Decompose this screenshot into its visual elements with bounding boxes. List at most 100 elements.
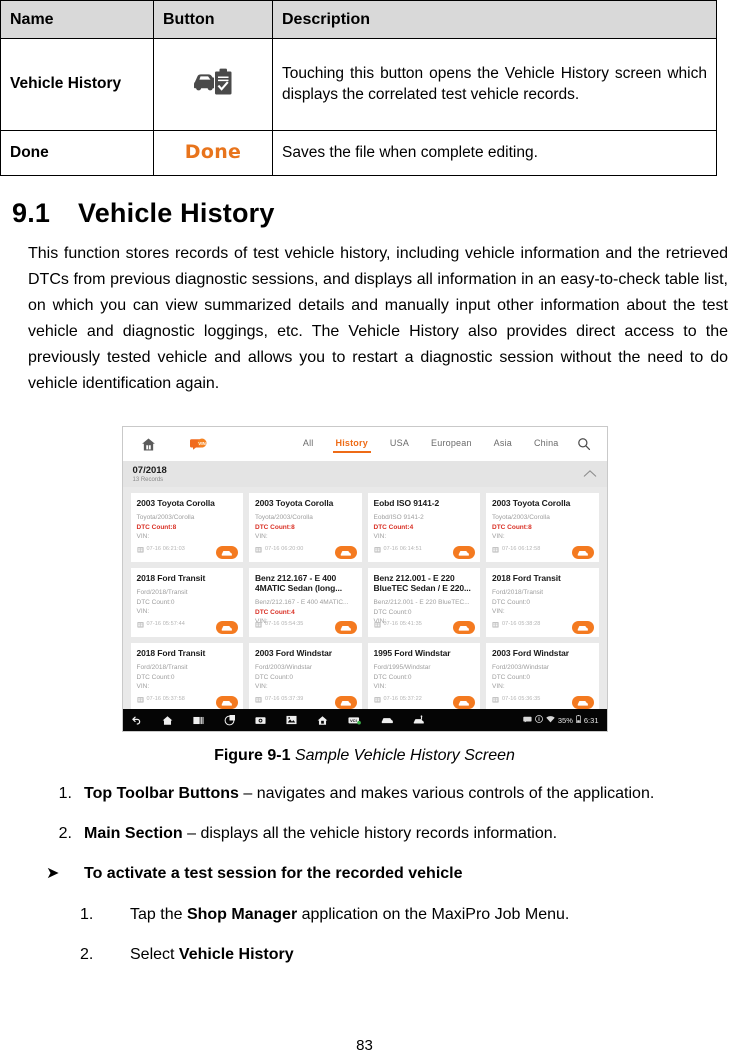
search-icon[interactable] bbox=[573, 433, 595, 455]
home-icon[interactable] bbox=[162, 715, 173, 726]
vci-connect-icon[interactable] bbox=[224, 714, 235, 726]
calendar-icon bbox=[492, 690, 499, 708]
camera-icon[interactable] bbox=[254, 716, 266, 725]
page-number: 83 bbox=[356, 1037, 373, 1054]
date-group-header[interactable]: 07/2018 13 Records bbox=[122, 461, 607, 488]
step-text-post: application on the MaxiPro Job Menu. bbox=[297, 906, 570, 924]
date-group-date: 07/2018 bbox=[132, 464, 167, 476]
svg-text:VCI: VCI bbox=[349, 718, 356, 723]
android-navigation-bar: VCI 35% 6:31 bbox=[122, 709, 607, 732]
record-title: 2003 Toyota Corolla bbox=[136, 498, 215, 509]
record-detail: Ford/2018/Transit bbox=[136, 589, 188, 597]
back-icon[interactable] bbox=[131, 715, 142, 726]
record-detail: Benz/212.001 - E 220 BlueTEC... bbox=[373, 599, 470, 607]
record-detail: Ford/1995/Windstar bbox=[373, 664, 431, 672]
record-meta: Ford/1995/Windstar DTC Count:0 VIN: bbox=[374, 663, 475, 691]
record-timestamp: 07-16 06:14:51 bbox=[383, 546, 422, 553]
vehicle-record-card[interactable]: 2003 Toyota Corolla Toyota/2003/Corolla … bbox=[249, 493, 362, 563]
start-diagnosis-button[interactable] bbox=[453, 621, 475, 635]
chevron-up-icon[interactable] bbox=[583, 465, 597, 483]
step-term: Vehicle History bbox=[178, 945, 294, 963]
calendar-icon bbox=[255, 540, 262, 558]
vehicle-record-card[interactable]: Benz 212.167 - E 400 4MATIC Sedan (long.… bbox=[249, 568, 362, 638]
record-meta: Ford/2018/Transit DTC Count:0 VIN: bbox=[492, 588, 593, 616]
vehicle-record-card[interactable]: 2018 Ford Transit Ford/2018/Transit DTC … bbox=[486, 568, 599, 638]
start-diagnosis-button[interactable] bbox=[334, 696, 357, 710]
record-dtc-count: DTC Count:0 bbox=[492, 598, 530, 606]
start-diagnosis-button[interactable] bbox=[216, 696, 238, 710]
start-diagnosis-button[interactable] bbox=[571, 621, 594, 635]
record-dtc-count: DTC Count:4 bbox=[373, 523, 414, 531]
calendar-icon bbox=[373, 615, 381, 633]
battery-percent: 35% bbox=[557, 715, 573, 725]
record-title: Benz 212.001 - E 220 BlueTEC Sedan / E 2… bbox=[373, 573, 471, 594]
start-diagnosis-button[interactable] bbox=[453, 546, 475, 560]
record-dtc-count: DTC Count:0 bbox=[255, 673, 293, 681]
step-marker: 1. bbox=[80, 906, 94, 924]
calendar-icon bbox=[373, 540, 381, 558]
vehicle-record-card[interactable]: 2018 Ford Transit Ford/2018/Transit DTC … bbox=[130, 643, 243, 713]
record-title: 2003 Toyota Corolla bbox=[255, 498, 334, 509]
list-marker: 2. bbox=[58, 825, 72, 843]
record-title: 2018 Ford Transit bbox=[492, 573, 561, 584]
start-diagnosis-button[interactable] bbox=[334, 621, 357, 635]
list-item: 1. Top Toolbar Buttons – navigates and m… bbox=[0, 781, 729, 807]
section-number: 9.1 bbox=[12, 198, 51, 228]
section-title: Vehicle History bbox=[78, 198, 275, 228]
start-diagnosis-button[interactable] bbox=[216, 546, 238, 560]
tab-history[interactable]: History bbox=[332, 438, 372, 453]
record-detail: Toyota/2003/Corolla bbox=[136, 514, 195, 522]
calendar-icon bbox=[492, 540, 499, 558]
figure-block: VIN All History USA European Asia China … bbox=[0, 426, 729, 765]
screenshot-icon[interactable] bbox=[285, 715, 297, 725]
tab-european[interactable]: European bbox=[431, 438, 472, 451]
shop-icon[interactable] bbox=[317, 715, 328, 726]
start-diagnosis-button[interactable] bbox=[571, 546, 594, 560]
record-title: 1995 Ford Windstar bbox=[373, 648, 451, 659]
record-detail: Ford/2003/Windstar bbox=[255, 664, 313, 672]
vci-manager-icon[interactable]: VCI bbox=[347, 716, 361, 725]
record-timestamp: 07-16 05:57:44 bbox=[146, 621, 185, 628]
step-content: Select Vehicle History bbox=[130, 942, 729, 968]
vehicle-record-card[interactable]: Benz 212.001 - E 220 BlueTEC Sedan / E 2… bbox=[367, 568, 480, 638]
vehicle-record-card[interactable]: 2018 Ford Transit Ford/2018/Transit DTC … bbox=[130, 568, 243, 638]
vehicle-record-card[interactable]: 1995 Ford Windstar Ford/1995/Windstar DT… bbox=[367, 643, 480, 713]
vehicle-record-card[interactable]: 2003 Toyota Corolla Toyota/2003/Corolla … bbox=[486, 493, 599, 563]
vehicle-history-icon bbox=[191, 68, 235, 102]
list-item-content: Main Section – displays all the vehicle … bbox=[84, 821, 729, 847]
svg-text:VIN: VIN bbox=[198, 441, 206, 446]
start-diagnosis-button[interactable] bbox=[334, 546, 357, 560]
vin-scan-icon[interactable]: VIN bbox=[185, 433, 213, 455]
record-footer: 07-16 06:12:58 bbox=[492, 540, 540, 558]
recent-apps-icon[interactable] bbox=[192, 716, 204, 725]
vehicle-record-card[interactable]: 2003 Ford Windstar Ford/2003/Windstar DT… bbox=[249, 643, 362, 713]
record-timestamp: 07-16 05:38:28 bbox=[502, 621, 541, 628]
arrow-bullet-icon: ➤ bbox=[46, 864, 60, 882]
vehicle-records-grid: 2003 Toyota Corolla Toyota/2003/Corolla … bbox=[123, 487, 607, 713]
vehicle-icon[interactable] bbox=[381, 716, 393, 724]
home-icon[interactable] bbox=[135, 433, 163, 455]
list-item-text: – displays all the vehicle history recor… bbox=[182, 825, 558, 843]
tab-all[interactable]: All bbox=[303, 438, 314, 451]
vehicle-record-card[interactable]: 2003 Ford Windstar Ford/2003/Windstar DT… bbox=[486, 643, 599, 713]
record-footer: 07-16 05:54:35 bbox=[255, 615, 303, 633]
start-diagnosis-button[interactable] bbox=[453, 696, 475, 710]
record-dtc-count: DTC Count:0 bbox=[373, 673, 412, 681]
table-row: Vehicle History Touching this button ope… bbox=[0, 38, 717, 131]
record-meta: Toyota/2003/Corolla DTC Count:8 VIN: bbox=[137, 513, 238, 541]
row-description-vehicle-history: Touching this button opens the Vehicle H… bbox=[272, 38, 717, 131]
figure-caption: Figure 9-1 Sample Vehicle History Screen bbox=[0, 747, 729, 765]
start-diagnosis-button[interactable] bbox=[216, 621, 238, 635]
record-title: 2018 Ford Transit bbox=[136, 648, 206, 659]
vehicle-record-card[interactable]: Eobd ISO 9141-2 Eobd/ISO 9141-2 DTC Coun… bbox=[367, 493, 480, 563]
record-timestamp: 07-16 05:37:39 bbox=[265, 696, 304, 703]
calendar-icon bbox=[255, 690, 262, 708]
tab-usa[interactable]: USA bbox=[390, 438, 409, 451]
record-detail: Toyota/2003/Corolla bbox=[492, 514, 550, 522]
tab-asia[interactable]: Asia bbox=[494, 438, 512, 451]
figure-number: Figure 9-1 bbox=[214, 747, 291, 765]
tab-china[interactable]: China bbox=[534, 438, 559, 451]
vehicle-record-card[interactable]: 2003 Toyota Corolla Toyota/2003/Corolla … bbox=[130, 493, 243, 563]
data-logging-icon[interactable] bbox=[413, 715, 425, 725]
start-diagnosis-button[interactable] bbox=[571, 696, 594, 710]
